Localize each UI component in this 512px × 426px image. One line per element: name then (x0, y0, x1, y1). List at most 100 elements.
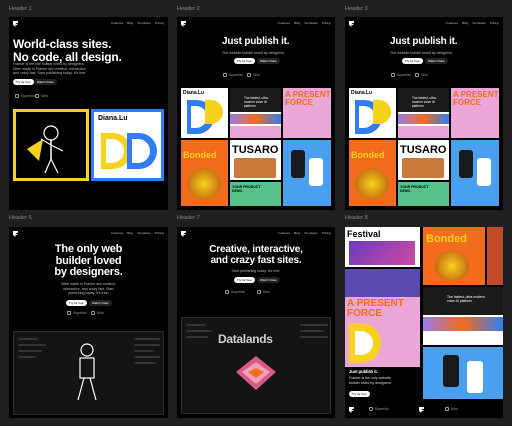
header-2-frame[interactable]: Features Blog Templates Pricing Just publis… (177, 17, 335, 210)
headline: Just publish it. (349, 369, 378, 374)
tile-tusaro[interactable]: TUSARO (398, 140, 449, 180)
headline: World-class sites. No code, all design. (13, 37, 122, 64)
tile-product-demo[interactable]: YOUR PRODUCT DEMO (230, 182, 281, 206)
tile-phone-mockups[interactable] (423, 347, 503, 399)
framer-logo-icon (13, 21, 18, 27)
showcase-tile-character[interactable] (13, 109, 89, 181)
header-1-frame[interactable]: Features Blog Templates Pricing World-class… (9, 17, 168, 210)
tile-present-force[interactable]: A PRESENT FORCE (283, 88, 331, 138)
nav-pricing[interactable]: Pricing (155, 231, 164, 235)
brand-miro: Miro (35, 94, 48, 98)
letter-d-graphic-icon (187, 100, 223, 134)
header-3-frame[interactable]: Features Blog Templates Pricing Just publis… (345, 17, 503, 210)
nav-pricing[interactable]: Pricing (490, 21, 499, 25)
nav-features[interactable]: Features (111, 231, 123, 235)
header-gallery: Header 1 Features Blog Templates Pricing Wo… (0, 0, 512, 426)
framer-logo-icon (13, 231, 18, 237)
brand-superlist: Superlist (369, 407, 389, 411)
try-free-button[interactable]: Try for free (402, 58, 423, 64)
framer-logo-icon (181, 231, 186, 237)
nav-pricing[interactable]: Pricing (155, 21, 164, 25)
isometric-grid-graphic-icon (236, 356, 276, 390)
brand-miro: Miro (445, 407, 458, 411)
nav-features[interactable]: Features (111, 21, 123, 25)
tile-phone-mockups[interactable] (451, 140, 499, 206)
nav-templates[interactable]: Templates (472, 21, 486, 25)
character-illustration-icon (77, 343, 97, 401)
letter-d-graphic-icon (101, 133, 157, 169)
brand-superlist: Superlist (225, 290, 245, 294)
nav-features[interactable]: Features (278, 21, 290, 25)
tile-present-force[interactable]: A PRESENT FORCE (451, 88, 499, 138)
subheadline: The website builder loved by designers. (222, 51, 286, 55)
tile-bonded[interactable]: Bonded (423, 227, 485, 285)
subheadline: Sites made in Framer are creative, inter… (60, 282, 117, 296)
nav-pricing[interactable]: Pricing (322, 21, 331, 25)
brand-superlist: Superlist (223, 73, 243, 77)
nav-templates[interactable]: Templates (304, 21, 318, 25)
frame-label: Header 8 (345, 215, 368, 221)
subheadline: Framer is the site builder loved by desi… (13, 62, 87, 76)
try-free-button[interactable]: Try for free (349, 391, 370, 397)
try-free-button[interactable]: Try for free (13, 79, 34, 85)
showcase-tile-diana[interactable]: Diana.Lu (91, 109, 164, 181)
try-free-button[interactable]: Try for free (66, 300, 87, 306)
subheadline: The website builder loved by designers. (390, 51, 454, 55)
header-8-frame[interactable]: Festival Bonded A PRESENT FORCE The fast… (345, 227, 503, 418)
tile-bonded[interactable]: Bonded (349, 140, 396, 206)
tile-bonded[interactable]: Bonded (181, 140, 228, 206)
nav-templates[interactable]: Templates (137, 21, 151, 25)
framer-logo-icon (181, 21, 186, 27)
tile-diana[interactable]: Diana.Lu (181, 88, 228, 138)
character-illustration-icon (27, 125, 64, 174)
nav-blog[interactable]: Blog (294, 21, 300, 25)
nav-templates[interactable]: Templates (304, 231, 318, 235)
tile-present-force[interactable]: A PRESENT FORCE (345, 297, 420, 367)
nav-blog[interactable]: Blog (127, 21, 133, 25)
headline: Just publish it. (222, 36, 290, 47)
frame-label: Header 1 (9, 6, 32, 12)
headline: Just publish it. (390, 36, 458, 47)
tile-voice-ai[interactable]: The fastest, ultra-modern voice AI platf… (230, 88, 281, 138)
headline: Creative, interactive, and crazy fast si… (209, 244, 303, 266)
tile-edge[interactable] (487, 227, 503, 285)
watch-video-button[interactable]: Watch Video (425, 58, 448, 64)
header-6-frame[interactable]: Features Blog Templates Pricing The only we… (9, 227, 168, 418)
letter-d-graphic-icon (355, 100, 391, 134)
nav-pricing[interactable]: Pricing (322, 231, 331, 235)
tile-voice-ai[interactable]: The fastest, ultra-modern voice AI platf… (398, 88, 449, 138)
tile-product-demo[interactable]: YOUR PRODUCT DEMO (398, 182, 449, 206)
miro-logo-icon (35, 94, 39, 98)
try-free-button[interactable]: Try for free (234, 277, 255, 283)
brand-superlist: Superlist (391, 73, 411, 77)
try-free-button[interactable]: Try for free (234, 58, 255, 64)
tile-diana[interactable]: Diana.Lu (349, 88, 396, 138)
brand-superlist: Superlist (67, 311, 87, 315)
frame-label: Header 7 (177, 215, 200, 221)
nav-blog[interactable]: Blog (127, 231, 133, 235)
tile-voice-ai[interactable]: The fastest, ultra-modern voice AI platf… (423, 287, 503, 345)
watch-video-button[interactable]: Watch Video (257, 58, 280, 64)
editor-mockup (13, 331, 164, 415)
frame-label: Header 3 (345, 6, 368, 12)
tile-phone-mockups[interactable] (283, 140, 331, 206)
frame-label: Header 6 (9, 215, 32, 221)
tile-tusaro[interactable]: TUSARO (230, 140, 281, 180)
watch-video-button[interactable]: Watch Video (257, 277, 280, 283)
tile-festival[interactable]: Festival (345, 227, 420, 267)
nav-blog[interactable]: Blog (462, 21, 468, 25)
watch-video-button[interactable]: Watch Video (89, 300, 112, 306)
framer-logo-icon (349, 21, 354, 27)
subheadline: Start publishing today. It's free. (231, 269, 281, 273)
brand-miro: Miro (91, 311, 104, 315)
nav-blog[interactable]: Blog (294, 231, 300, 235)
nav-features[interactable]: Features (446, 21, 458, 25)
watch-video-button[interactable]: Watch Video (34, 79, 57, 85)
brand-superlist: Superlist (15, 94, 35, 98)
header-7-frame[interactable]: Features Blog Templates Pricing Creative, i… (177, 227, 335, 418)
frame-label: Header 2 (177, 6, 200, 12)
nav-templates[interactable]: Templates (137, 231, 151, 235)
nav-features[interactable]: Features (278, 231, 290, 235)
brand-miro: Miro (247, 73, 260, 77)
brand-miro: Miro (415, 73, 428, 77)
